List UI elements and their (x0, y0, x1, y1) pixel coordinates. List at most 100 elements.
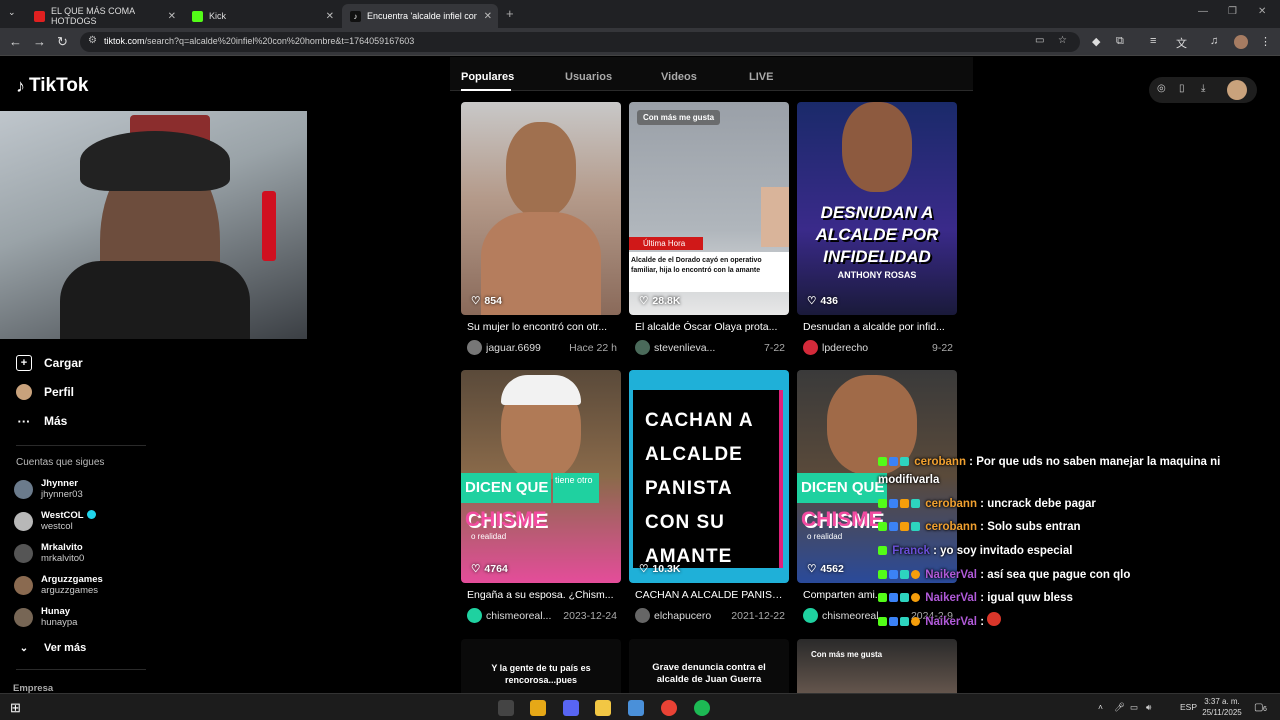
clock[interactable]: 3:37 a. m. 25/11/2025 (1200, 696, 1244, 718)
avatar (14, 575, 33, 595)
tab-live[interactable]: LIVE (749, 71, 773, 83)
extension-icon[interactable]: ≡ (1150, 35, 1156, 47)
chevron-up-icon[interactable]: ˄ (1098, 702, 1103, 712)
likes-value: 4764 (484, 563, 508, 575)
video-thumbnail[interactable]: DESNUDAN A ALCALDE POR INFIDELIDAD ANTHO… (797, 102, 957, 315)
tab-videos[interactable]: Videos (661, 71, 697, 83)
video-thumbnail[interactable]: Grave denuncia contra el alcalde de Juan… (629, 639, 789, 693)
video-thumbnail[interactable]: Con más me gusta Última Hora Alcalde de … (629, 102, 789, 315)
tab-usuarios[interactable]: Usuarios (565, 71, 612, 83)
video-description[interactable]: Desnudan a alcalde por infid... (803, 321, 953, 333)
profile-avatar[interactable] (1227, 80, 1247, 100)
heart-icon: ♡ (807, 295, 817, 307)
likes-count: ♡ 4764 (471, 563, 508, 575)
windows-start-icon[interactable]: ⊞ (10, 700, 21, 716)
chat-username: cerobann (925, 521, 977, 533)
post-date: 9-22 (931, 341, 953, 354)
video-thumbnail[interactable]: DICEN QUE tiene otro CHISME o realidad ♡… (461, 370, 621, 583)
author-name[interactable]: elchapucero (654, 610, 725, 622)
following-account[interactable]: Mrkalvito mrkalvito0 (14, 542, 84, 564)
compass-icon[interactable]: ◎ (1157, 83, 1166, 94)
video-description[interactable]: Su mujer lo encontró con otr... (467, 321, 617, 333)
address-bar[interactable]: ⚙ tiktok.com/search?q=alcalde%20infiel%2… (80, 32, 1080, 52)
popular-badge: Con más me gusta (811, 650, 883, 659)
reload-icon[interactable]: ↻ (57, 34, 68, 50)
see-more-button[interactable]: ⌄ Ver más (16, 640, 86, 656)
sidebar-item-mas[interactable]: ··· Más (16, 413, 68, 429)
chrome-icon[interactable] (661, 700, 677, 716)
taskbar-app-icon[interactable] (530, 700, 546, 716)
video-description[interactable]: El alcalde Óscar Olaya prota... (635, 321, 785, 333)
footer-link[interactable]: Empresa (13, 683, 53, 693)
new-tab-button[interactable]: + (506, 6, 514, 21)
video-card[interactable]: CACHAN A ALCALDE PANISTA CON SU AMANTE ♡… (629, 370, 789, 625)
following-account[interactable]: Hunay hunaypa (14, 606, 77, 628)
forward-icon[interactable]: → (33, 34, 46, 49)
tiktok-icon: ♪ (350, 10, 361, 22)
download-icon[interactable]: ⤓ (1201, 83, 1205, 94)
chat-message: cerobann : uncrack debe pagar (878, 495, 1258, 513)
close-icon[interactable]: ✕ (326, 11, 334, 22)
language-indicator[interactable]: ESP (1180, 702, 1197, 712)
video-card[interactable]: DICEN QUE tiene otro CHISME o realidad ♡… (461, 370, 621, 625)
file-explorer-icon[interactable] (595, 700, 611, 716)
video-description[interactable]: CACHAN A ALCALDE PANIST... (635, 589, 785, 601)
extension-icon[interactable]: ◆ (1092, 35, 1100, 48)
video-card[interactable]: Grave denuncia contra el alcalde de Juan… (629, 639, 789, 693)
tab-search-icon[interactable]: ⌄ (8, 7, 16, 18)
thumbnail-cap (501, 375, 581, 405)
chat-message: cerobann : Por que uds no saben manejar … (878, 456, 1221, 486)
minimize-button[interactable]: — (1198, 6, 1208, 17)
chat-message: Franck : yo soy invitado especial (878, 542, 1258, 560)
author-name[interactable]: stevenlieva... (654, 342, 758, 354)
discord-icon[interactable] (563, 700, 579, 716)
video-card[interactable]: Con más me gusta Última Hora Alcalde de … (629, 102, 789, 357)
video-card[interactable]: Y la gente de tu país es rencorosa...pue… (461, 639, 621, 693)
close-window-button[interactable]: ✕ (1258, 6, 1266, 17)
badge-icon (900, 522, 909, 531)
video-card[interactable]: ♡ 854 Su mujer lo encontró con otr... jag… (461, 102, 621, 357)
video-card[interactable]: Con más me gusta (797, 639, 957, 693)
sidebar-item-perfil[interactable]: Perfil (16, 384, 74, 400)
video-thumbnail[interactable]: CACHAN A ALCALDE PANISTA CON SU AMANTE ♡… (629, 370, 789, 583)
puzzle-icon[interactable]: ⧉ (1116, 35, 1124, 48)
close-icon[interactable]: ✕ (168, 11, 176, 22)
volume-icon[interactable]: 🔊︎ (1146, 702, 1151, 713)
bookmark-star-icon[interactable]: ☆ (1058, 35, 1067, 46)
video-thumbnail[interactable]: ♡ 854 (461, 102, 621, 315)
video-description[interactable]: Engaña a su esposa. ¿Chism... (467, 589, 617, 601)
thumbnail-inset (761, 187, 789, 247)
browser-tab-tiktok[interactable]: ♪ Encuentra 'alcalde infiel con ho ✕ (342, 4, 498, 28)
spotify-icon[interactable] (694, 700, 710, 716)
site-info-icon[interactable]: ⚙ (88, 35, 97, 46)
close-icon[interactable]: ✕ (484, 11, 492, 22)
network-icon[interactable]: ▭ (1130, 702, 1138, 713)
taskbar-app-icon[interactable] (498, 700, 514, 716)
tiktok-logo[interactable]: ♪ TikTok (16, 75, 88, 97)
sidebar-item-cargar[interactable]: + Cargar (16, 355, 83, 371)
video-thumbnail[interactable]: Con más me gusta (797, 639, 957, 693)
following-account[interactable]: WestCOL westcol (14, 510, 96, 532)
cast-icon[interactable]: ▭ (1035, 35, 1044, 46)
phone-icon[interactable]: ▯ (1179, 83, 1185, 94)
translate-icon[interactable]: 文 (1176, 35, 1187, 51)
likes-value: 854 (484, 295, 502, 307)
profile-avatar[interactable] (1234, 35, 1248, 49)
media-icon[interactable]: ♫ (1210, 35, 1218, 47)
calculator-icon[interactable] (628, 700, 644, 716)
browser-tab-youtube[interactable]: EL QUE MÁS COMA HOTDOGS ✕ (26, 4, 182, 28)
back-icon[interactable]: ← (9, 34, 22, 49)
browser-tab-kick[interactable]: Kick ✕ (184, 4, 340, 28)
author-name[interactable]: chismeoreal... (486, 610, 557, 622)
video-meta: jaguar.6699 Hace 22 h (467, 340, 617, 355)
mic-icon[interactable]: 🎤︎ (1114, 702, 1125, 713)
video-card[interactable]: DESNUDAN A ALCALDE POR INFIDELIDAD ANTHO… (797, 102, 957, 357)
author-name[interactable]: jaguar.6699 (486, 342, 563, 354)
following-account[interactable]: Jhynner jhynner03 (14, 478, 83, 500)
video-thumbnail[interactable]: Y la gente de tu país es rencorosa...pue… (461, 639, 621, 693)
following-account[interactable]: Arguzzgames arguzzgames (14, 574, 103, 596)
menu-icon[interactable]: ⋮ (1260, 35, 1271, 48)
author-name[interactable]: lpderecho (822, 342, 926, 354)
tab-populares[interactable]: Populares (461, 71, 514, 83)
maximize-button[interactable]: ❐ (1228, 6, 1237, 17)
